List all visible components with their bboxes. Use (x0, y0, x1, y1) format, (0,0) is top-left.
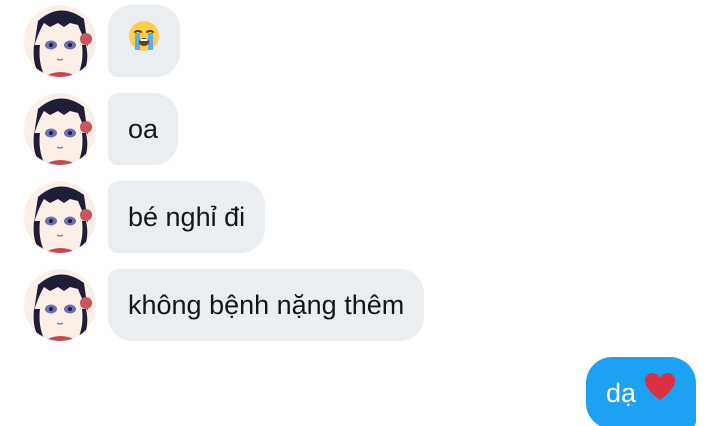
message-text: dạ (605, 378, 636, 408)
avatar[interactable] (24, 269, 96, 341)
message-text: oa (128, 114, 159, 144)
avatar[interactable] (24, 93, 96, 165)
message-text: không bệnh nặng thêm (128, 290, 405, 320)
chat-conversation: oa bé nghỉ đi không bệnh nặng thêm dạ (0, 0, 720, 426)
message-bubble[interactable] (108, 5, 180, 77)
message-bubble[interactable]: không bệnh nặng thêm (108, 269, 425, 341)
red-heart-emoji (644, 357, 676, 426)
avatar[interactable] (24, 5, 96, 77)
outgoing-message-bubble[interactable]: dạ (585, 357, 696, 426)
message-text: bé nghỉ đi (128, 202, 246, 232)
message-bubble[interactable]: bé nghỉ đi (108, 181, 266, 253)
avatar[interactable] (24, 181, 96, 253)
loudly-crying-face-emoji (128, 7, 160, 79)
message-bubble[interactable]: oa (108, 93, 179, 165)
